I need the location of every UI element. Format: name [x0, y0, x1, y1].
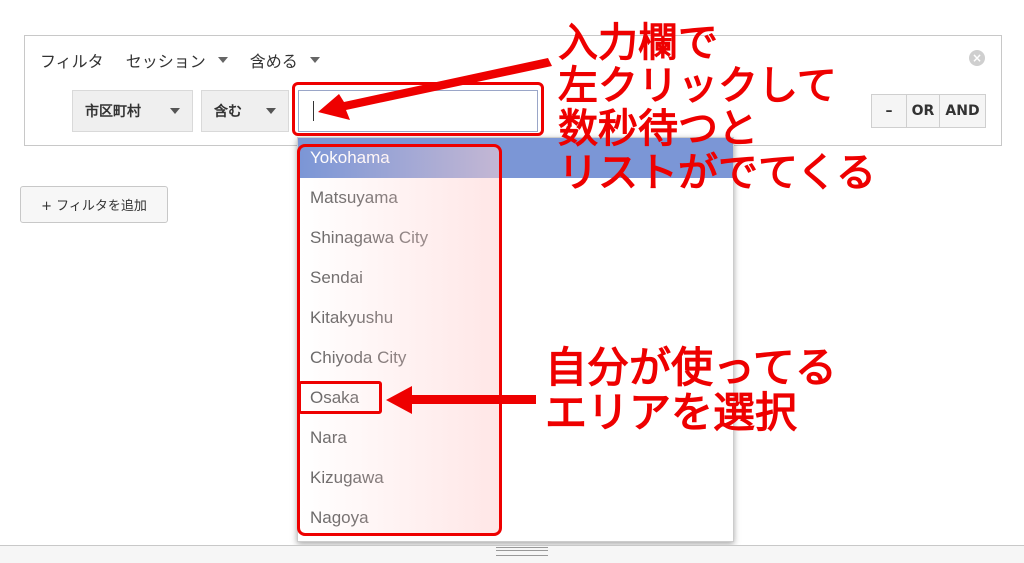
grip-icon[interactable]	[496, 547, 548, 556]
top-annotation-line: リストがでてくる	[558, 149, 876, 196]
top-annotation-line: 数秒待つと	[558, 106, 758, 153]
bottom-annotation: 自分が使ってる エリアを選択	[545, 345, 837, 436]
top-annotation-line: 左クリックして	[558, 63, 837, 110]
bottom-annotation-line: 自分が使ってる	[545, 343, 837, 392]
top-annotation-line: 入力欄で	[558, 20, 718, 66]
arrow-to-input	[318, 58, 552, 120]
top-annotation: 入力欄で 左クリックして 数秒待つと リストがでてくる	[558, 20, 876, 196]
arrow-to-osaka	[386, 386, 536, 414]
bottom-annotation-line: エリアを選択	[545, 388, 798, 438]
